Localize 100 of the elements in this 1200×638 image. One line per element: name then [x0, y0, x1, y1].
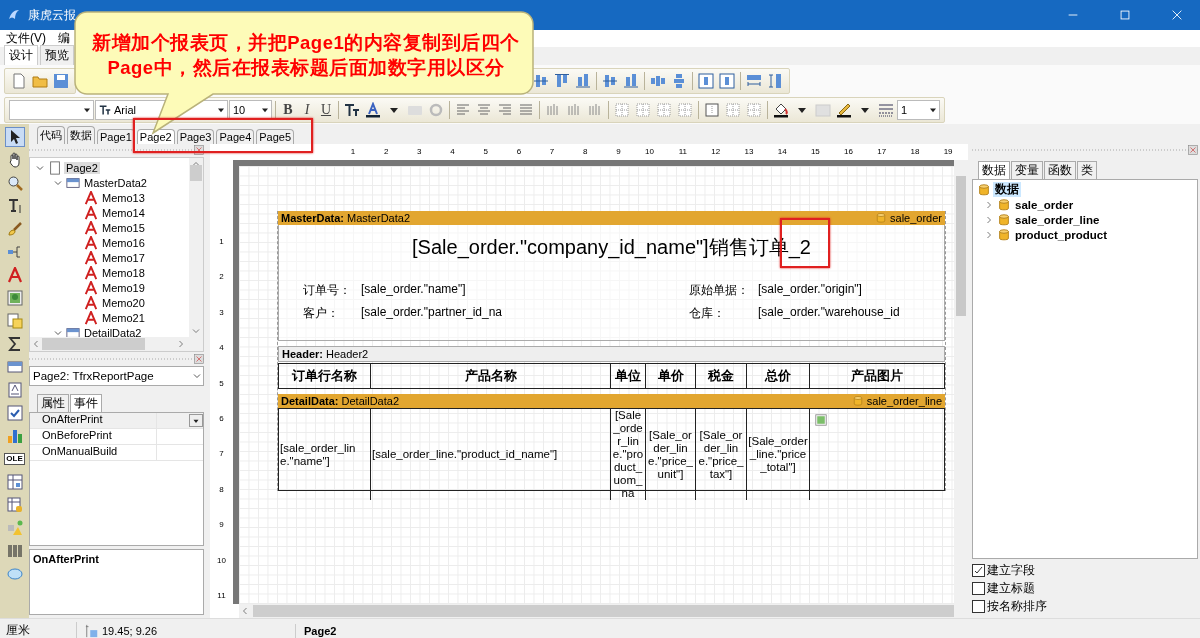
- image-icon: [815, 414, 827, 426]
- checkbox-label[interactable]: 建立字段: [987, 562, 1035, 580]
- tree-item[interactable]: product_product: [1013, 228, 1109, 241]
- scrollbar-thumb[interactable]: [42, 338, 145, 350]
- table-cell[interactable]: [Sale_order_line."price_total"]: [747, 409, 810, 500]
- letter-a-icon: [84, 220, 98, 235]
- current-page: Page2: [303, 624, 337, 637]
- event-row[interactable]: OnBeforePrint: [30, 429, 203, 445]
- mode-tab[interactable]: 预览: [40, 45, 74, 65]
- data-tab[interactable]: 函数: [1044, 161, 1076, 179]
- menu-item[interactable]: 编: [58, 30, 70, 47]
- table-cell[interactable]: [Sale_order_line."price_tax"]: [696, 409, 747, 500]
- font-size-icon: [99, 104, 111, 116]
- column-header[interactable]: 税金: [696, 364, 747, 388]
- field-label[interactable]: 订单号：: [303, 282, 361, 299]
- field-label[interactable]: 仓库：: [689, 305, 758, 322]
- page-tab[interactable]: Page4: [216, 129, 255, 144]
- field-value[interactable]: [sale_order."warehouse_id: [758, 305, 944, 322]
- letter-a-icon: [84, 280, 98, 295]
- style-combo[interactable]: [9, 100, 94, 120]
- column-header[interactable]: 单价: [646, 364, 696, 388]
- tool-button[interactable]: [4, 403, 25, 423]
- resize-icon: [746, 73, 762, 89]
- column-header[interactable]: 单位: [611, 364, 646, 388]
- frame-icon: [656, 102, 672, 118]
- tree-item[interactable]: Memo18: [100, 266, 147, 279]
- tree-item[interactable]: Page2: [64, 161, 100, 174]
- font-size-combo[interactable]: 10: [229, 100, 272, 120]
- align-icon: [575, 73, 591, 89]
- page-tab[interactable]: Page2: [136, 129, 175, 144]
- tree-item[interactable]: 数据: [993, 182, 1021, 197]
- align-right-icon: [497, 102, 513, 118]
- field-value[interactable]: [sale_order."name"]: [361, 282, 689, 299]
- page-tab[interactable]: Page3: [176, 129, 215, 144]
- line-width-combo[interactable]: 1: [897, 100, 940, 120]
- tree-item[interactable]: DetailData2: [82, 326, 144, 337]
- column-header[interactable]: 总价: [747, 364, 810, 388]
- table-cell[interactable]: [Sale_order_line."product_uom_na: [611, 409, 646, 500]
- scrollbar-thumb[interactable]: [190, 164, 202, 181]
- page-tab[interactable]: 数据: [67, 126, 95, 144]
- field-label[interactable]: 原始单据：: [689, 282, 758, 299]
- event-row[interactable]: OnAfterPrint: [30, 413, 203, 429]
- data-tab[interactable]: 变量: [1011, 161, 1043, 179]
- page-tab[interactable]: 代码: [37, 126, 65, 144]
- band-source: sale_order: [890, 212, 942, 224]
- field-label[interactable]: 客户：: [303, 305, 361, 322]
- data-tab[interactable]: 类: [1077, 161, 1097, 179]
- window-title: 康虎云报: [28, 6, 76, 24]
- text-style-button[interactable]: I: [298, 101, 316, 119]
- align-icon: [554, 73, 570, 89]
- align-center-icon: [476, 102, 492, 118]
- tree-item[interactable]: MasterData2: [82, 176, 149, 189]
- page-tab[interactable]: Page1: [97, 129, 135, 144]
- text-style-button[interactable]: U: [317, 101, 335, 119]
- letter-a-icon: [84, 235, 98, 250]
- toolbar-button[interactable]: [363, 100, 383, 120]
- field-value[interactable]: [sale_order."origin"]: [758, 282, 944, 299]
- tree-item[interactable]: Memo20: [100, 296, 147, 309]
- column-header[interactable]: 产品名称: [371, 364, 611, 388]
- connector-icon: [6, 244, 23, 260]
- field-value[interactable]: [sale_order."partner_id_na: [361, 305, 689, 322]
- tree-item[interactable]: Memo13: [100, 191, 147, 204]
- tree-item[interactable]: Memo14: [100, 206, 147, 219]
- column-header[interactable]: 产品图片: [810, 364, 944, 388]
- checkbox[interactable]: [972, 564, 985, 578]
- menu-item[interactable]: 文件(V): [6, 30, 46, 47]
- table-icon: [6, 497, 23, 513]
- checkbox-label[interactable]: 建立标题: [987, 580, 1035, 598]
- tree-item[interactable]: Memo16: [100, 236, 147, 249]
- dropdown-button[interactable]: [189, 414, 203, 427]
- folder-icon: [32, 73, 48, 89]
- tool-button[interactable]: [4, 127, 25, 147]
- tree-item[interactable]: sale_order_line: [1013, 213, 1102, 226]
- table-cell[interactable]: [sale_order_line."product_id_name"]: [371, 409, 611, 500]
- line-style-icon: [878, 102, 894, 118]
- tree-item[interactable]: Memo15: [100, 221, 147, 234]
- tree-item[interactable]: Memo21: [100, 311, 147, 324]
- inspector-tab[interactable]: 事件: [70, 394, 102, 412]
- page-tab[interactable]: Page5: [256, 129, 295, 144]
- tree-item[interactable]: sale_order: [1013, 198, 1076, 211]
- tree-item[interactable]: Memo17: [100, 251, 147, 264]
- panel-close-icon[interactable]: [194, 145, 204, 155]
- checkbox-label[interactable]: 按名称排序: [987, 598, 1047, 616]
- scrollbar-thumb[interactable]: [253, 605, 954, 618]
- column-header[interactable]: 订单行名称: [279, 364, 371, 388]
- tree-item[interactable]: Memo19: [100, 281, 147, 294]
- mode-tab[interactable]: 设计: [4, 45, 38, 65]
- table-cell[interactable]: [sale_order_line."name"]: [279, 409, 371, 500]
- panel-close-icon[interactable]: [194, 354, 204, 364]
- text-style-button[interactable]: B: [279, 101, 297, 119]
- pages-icon: [6, 313, 23, 329]
- panel-close-icon[interactable]: [1188, 145, 1198, 155]
- object-selector[interactable]: Page2: TfrxReportPage: [29, 366, 204, 386]
- event-row[interactable]: OnManualBuild: [30, 445, 203, 461]
- inspector-tab[interactable]: 属性: [37, 394, 69, 412]
- checkbox[interactable]: [972, 582, 985, 596]
- table-cell[interactable]: [Sale_order_line."price_unit"]: [646, 409, 696, 500]
- scrollbar-thumb[interactable]: [956, 176, 966, 316]
- checkbox[interactable]: [972, 600, 985, 614]
- data-tab[interactable]: 数据: [978, 161, 1010, 179]
